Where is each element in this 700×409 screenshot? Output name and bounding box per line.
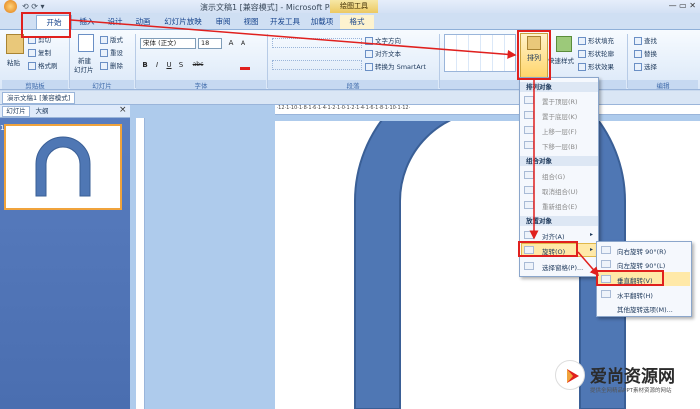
watermark-name: 爱尚资源网: [590, 367, 675, 387]
watermark-logo-icon: [555, 360, 585, 390]
watermark-tagline: 提供全网精品PPT素材资源的网站: [590, 388, 672, 394]
tutorial-arrows: [70, 19, 599, 277]
